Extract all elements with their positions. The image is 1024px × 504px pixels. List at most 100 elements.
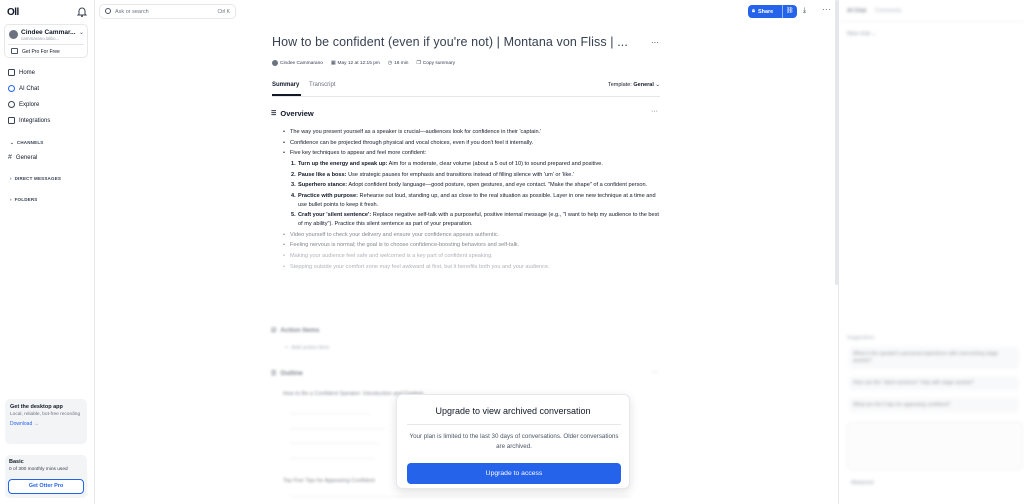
upgrade-modal: Upgrade to view archived conversation Yo… (396, 394, 630, 489)
date: ▦ May 12 at 12:15 pm (331, 61, 380, 66)
tip-title: Pause like a boss: (298, 171, 347, 178)
desktop-title: Get the desktop app (10, 404, 63, 410)
tab-ai-chat[interactable]: AI Chat (847, 8, 866, 14)
suggestion-item[interactable]: What are the 5 tips for appearing confid… (849, 398, 1019, 412)
modal-heading: Upgrade to view archived conversation (435, 406, 591, 416)
nav-home-label: Home (19, 69, 36, 76)
list-item: Feeling nervous is normal; the goal is t… (283, 241, 665, 250)
outline-heading: ☰ Outline (271, 370, 303, 377)
list-item: Craft your 'silent sentence': Replace ne… (291, 211, 665, 228)
list-item: Stepping outside your comfort zone may f… (283, 263, 665, 272)
author-avatar (272, 60, 278, 66)
search-icon (105, 8, 111, 14)
get-otter-pro-button[interactable]: Get Otter Pro (8, 479, 84, 494)
tip-text: Aim for a moderate, clear volume (about … (387, 160, 603, 167)
nav-home[interactable]: Home (8, 69, 35, 76)
lock-icon: 🔒︎ (752, 8, 755, 14)
channels-header[interactable]: ⌄ CHANNELS (10, 140, 43, 146)
suggestion-item[interactable]: How can the "silent sentence" help with … (849, 376, 1019, 390)
download-link[interactable]: Download → (10, 421, 82, 427)
placeholder-line (290, 458, 375, 459)
page-title: How to be confident (even if you're not)… (272, 35, 628, 49)
grid-icon (8, 117, 15, 124)
direct-messages-header[interactable]: › DIRECT MESSAGES (10, 176, 61, 181)
nav-ai-chat-label: AI Chat (19, 85, 40, 92)
author[interactable]: Cindee Cammarano (272, 60, 323, 66)
nav-integrations-label: Integrations (19, 117, 51, 124)
placeholder-line (290, 443, 380, 444)
list-item: Superhero stance: Adopt confident body l… (291, 181, 665, 190)
channel-general-label: General (15, 154, 38, 161)
suggestions-label: Suggestions (847, 335, 875, 341)
placeholder-line (290, 428, 385, 429)
channel-general[interactable]: # General (8, 154, 37, 161)
list-item: Pause like a boss: Use strategic pauses … (291, 171, 665, 180)
get-pro-free-button[interactable]: Get Pro For Free (8, 44, 84, 55)
outline-more-icon[interactable]: ··· (651, 369, 658, 376)
list-item: Turn up the energy and speak up: Aim for… (291, 160, 665, 169)
modal-divider (407, 424, 621, 425)
new-chat-button[interactable]: New chat ⌄ (847, 31, 876, 37)
dm-label: DIRECT MESSAGES (14, 176, 62, 181)
channels-label: CHANNELS (16, 140, 44, 145)
download-icon[interactable]: ⤓ (803, 7, 806, 15)
copy-icon: ❐ (416, 60, 421, 66)
workspace-name: Cindee Cammar... (21, 29, 76, 36)
advanced-toggle[interactable]: Advanced (851, 480, 873, 486)
checkbox-icon: ☑ (271, 328, 277, 334)
share-label: Share (757, 8, 774, 15)
copy-summary-label: Copy summary (422, 60, 456, 66)
list-item: Making your audience feel safe and welco… (283, 252, 665, 261)
suggestion-item[interactable]: What is the speaker's personal experienc… (849, 347, 1019, 369)
nav-explore[interactable]: Explore (8, 101, 39, 108)
list-icon: ☰ (271, 111, 277, 117)
overview-more-icon[interactable]: ··· (651, 108, 658, 115)
list-item: Confidence can be projected through phys… (283, 139, 665, 148)
tab-bar: Summary Transcript Template: General ⌄ (272, 80, 660, 97)
conversation-meta: Cindee Cammarano ▦ May 12 at 12:15 pm ◷ 16… (272, 60, 455, 66)
duration: ◷ 16 min (388, 61, 409, 66)
plan-title: Basic (9, 459, 24, 465)
list-item: The way you present yourself as a speake… (283, 128, 665, 137)
chat-input[interactable] (847, 422, 1023, 470)
copy-summary-button[interactable]: ❐ Copy summary (416, 61, 455, 66)
chevron-down-icon: ⌄ (79, 30, 85, 36)
add-action-item[interactable]: + Add action item (285, 345, 329, 351)
plan-card: Basic 0 of 300 monthly mins used Get Ott… (5, 455, 87, 498)
search-placeholder: Ask or search (115, 9, 149, 15)
date-text: May 12 at 12:15 pm (337, 60, 380, 66)
outline-title: Outline (280, 370, 303, 377)
template-selector[interactable]: Template: General ⌄ (608, 82, 660, 88)
placeholder-line (290, 413, 370, 414)
upgrade-button[interactable]: Upgrade to access (407, 463, 621, 484)
workspace-switcher[interactable]: Cindee Cammar... cammarano.lalbo... ⌄ Ge… (4, 24, 88, 58)
tip-title: Superhero stance: (298, 182, 348, 189)
tip-text: Adopt confident body language—good postu… (347, 182, 648, 189)
search-bar[interactable]: Ask or search Ctrl K (99, 4, 236, 19)
template-label: Template: (607, 82, 632, 88)
nav-ai-chat[interactable]: AI Chat (8, 85, 39, 92)
otter-logo[interactable]: Oll (7, 7, 19, 18)
add-action-label: Add action item (291, 345, 330, 351)
title-more-icon[interactable]: ··· (651, 38, 659, 47)
home-icon (8, 69, 15, 76)
bell-icon[interactable] (76, 6, 88, 18)
tip-title: Practice with purpose: (298, 192, 358, 199)
folders-header[interactable]: › FOLDERS (10, 197, 38, 202)
get-pro-label: Get Pro For Free (22, 49, 60, 55)
duration-text: 16 min (394, 60, 409, 66)
action-items-title: Action Items (280, 327, 320, 334)
tip-text: Use strategic pauses for emphasis and tr… (346, 171, 575, 178)
nav-integrations[interactable]: Integrations (8, 117, 50, 124)
tab-comments[interactable]: Comments (875, 8, 902, 14)
compass-icon (8, 101, 15, 108)
link-icon[interactable]: ⛓︎ (786, 7, 794, 14)
overview-list: The way you present yourself as a speake… (283, 128, 665, 273)
right-panel: AI Chat Comments New chat ⌄ Suggestions … (838, 0, 1024, 504)
placeholder-line (290, 496, 630, 497)
more-icon[interactable]: ··· (822, 5, 832, 14)
share-button[interactable]: 🔒︎ Share ⛓︎ (748, 5, 797, 18)
new-chat-label: New chat (847, 31, 870, 37)
tab-transcript[interactable]: Transcript (309, 82, 335, 88)
tab-summary[interactable]: Summary (272, 82, 299, 88)
